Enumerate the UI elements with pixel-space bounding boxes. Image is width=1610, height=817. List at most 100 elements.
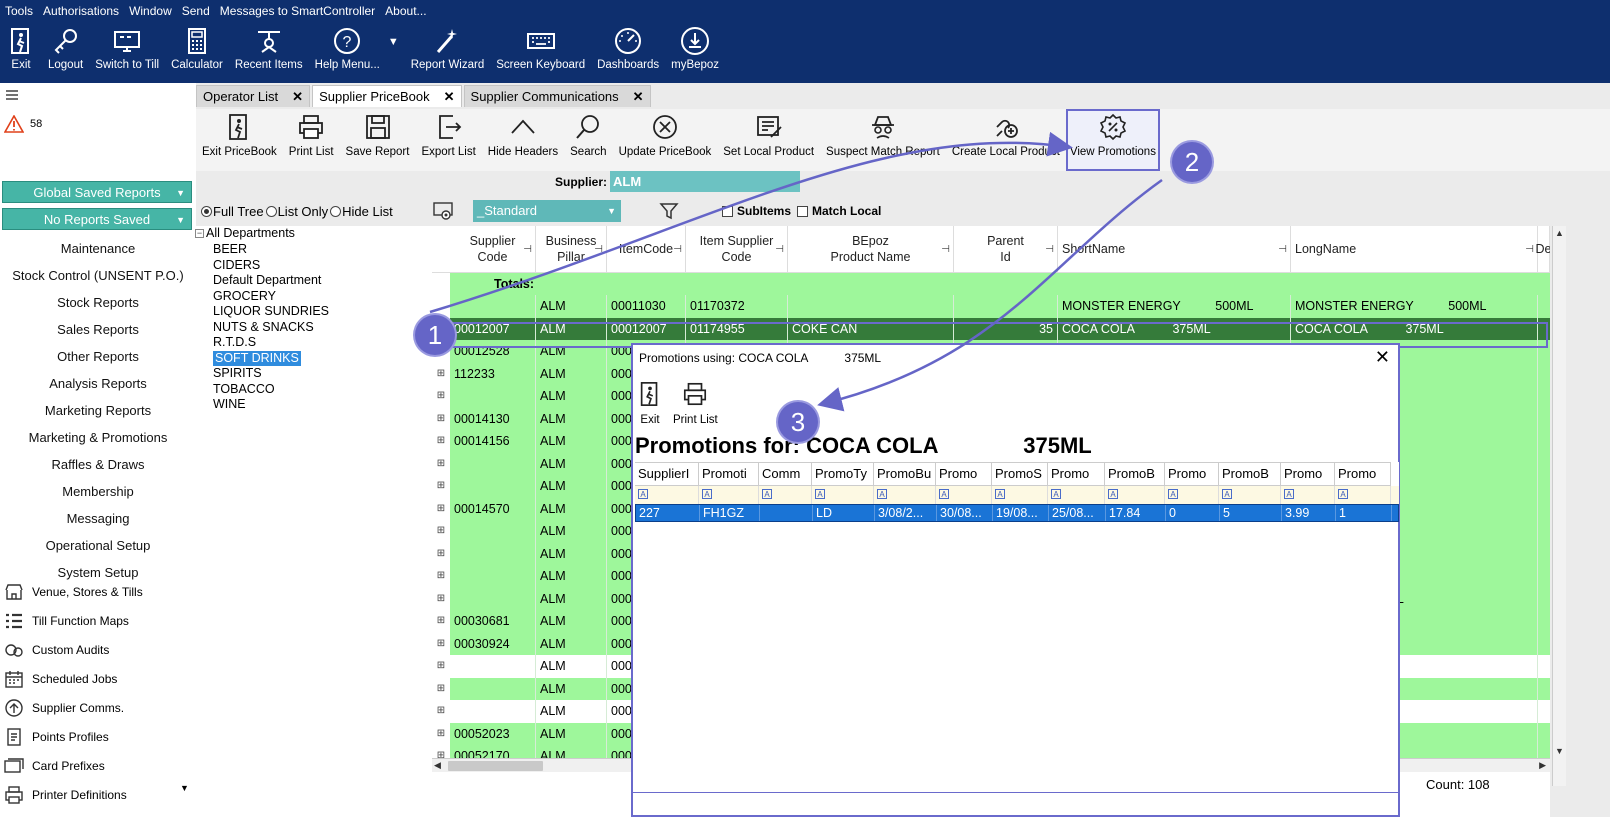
tree-node[interactable]: NUTS & SNACKS: [213, 320, 329, 336]
menu-messages[interactable]: Messages to SmartController: [215, 3, 380, 19]
promotions-column-header[interactable]: SupplierI: [635, 462, 699, 486]
tree-root[interactable]: − All Departments: [195, 226, 295, 240]
close-icon[interactable]: ✕: [633, 89, 644, 105]
export-list-button[interactable]: Export List: [415, 109, 481, 171]
scroll-down-icon[interactable]: ▼: [1555, 746, 1564, 756]
exit-pricebook-button[interactable]: Exit PriceBook: [196, 109, 283, 171]
expand-icon[interactable]: ⊞: [432, 700, 450, 723]
dialog-exit-button[interactable]: Exit: [637, 381, 663, 426]
recent-items-button[interactable]: Recent Items: [229, 26, 309, 82]
expand-icon[interactable]: ⊞: [432, 677, 450, 700]
create-local-product-button[interactable]: Create Local Product: [946, 109, 1066, 171]
sidebar-item-membership[interactable]: Membership: [0, 478, 196, 505]
tab-operator-list[interactable]: Operator List ✕: [196, 85, 311, 107]
tree-node[interactable]: CIDERS: [213, 258, 329, 274]
promotions-column-header[interactable]: PromoBu: [874, 462, 936, 486]
tree-node[interactable]: TOBACCO: [213, 382, 329, 398]
expand-icon[interactable]: ⊞: [432, 430, 450, 453]
close-icon[interactable]: ✕: [292, 89, 303, 105]
global-saved-reports-dropdown[interactable]: Global Saved Reports ▼: [2, 181, 192, 203]
scroll-up-icon[interactable]: ▲: [1555, 228, 1564, 238]
filter-cell[interactable]: A: [1048, 486, 1105, 504]
table-row[interactable]: ALM 00011030 01170372 MONSTER ENERGY 500ML M…: [432, 295, 1550, 318]
tree-node-selected[interactable]: SOFT DRINKS: [213, 350, 301, 366]
menu-tools[interactable]: Tools: [0, 3, 38, 19]
sidebar-item-till-function-maps[interactable]: Till Function Maps: [0, 606, 196, 635]
menu-window[interactable]: Window: [124, 3, 177, 19]
promotions-column-header[interactable]: Promoti: [699, 462, 759, 486]
radio-hide-list[interactable]: Hide List: [330, 204, 393, 219]
expand-icon[interactable]: ⊞: [432, 632, 450, 655]
sidebar-item-maintenance[interactable]: Maintenance: [0, 235, 196, 262]
sidebar-item-other-reports[interactable]: Other Reports: [0, 343, 196, 370]
grid-column-header[interactable]: ItemCode ⊣: [607, 226, 686, 272]
grid-column-header[interactable]: Item Supplier Code ⊣: [686, 226, 788, 272]
pin-icon[interactable]: ⊣: [775, 242, 784, 258]
match-local-checkbox[interactable]: Match Local: [797, 204, 881, 218]
filter-icon[interactable]: A: [1051, 489, 1061, 499]
tree-node[interactable]: R.T.D.S: [213, 335, 329, 351]
grid-column-header[interactable]: BEpoz Product Name ⊣: [788, 226, 954, 272]
expand-icon[interactable]: ⊞: [432, 587, 450, 610]
sidebar-item-operational-setup[interactable]: Operational Setup: [0, 532, 196, 559]
filter-cell[interactable]: A: [759, 486, 812, 504]
expand-icon[interactable]: ⊞: [432, 655, 450, 678]
no-reports-saved-dropdown[interactable]: No Reports Saved ▼: [2, 208, 192, 230]
filter-cell[interactable]: A: [1105, 486, 1165, 504]
promotions-column-header[interactable]: Promo: [1335, 462, 1391, 486]
pin-icon[interactable]: ⊣: [1278, 242, 1287, 258]
print-list-button[interactable]: Print List: [283, 109, 340, 171]
layout-select[interactable]: _Standard ▼: [473, 200, 621, 222]
hamburger-icon[interactable]: [4, 88, 20, 102]
logout-button[interactable]: Logout: [42, 26, 89, 82]
expand-icon[interactable]: ⊞: [432, 407, 450, 430]
pin-icon[interactable]: ⊣: [1045, 242, 1054, 258]
filter-cell[interactable]: A: [1335, 486, 1391, 504]
filter-icon[interactable]: A: [1168, 489, 1178, 499]
grid-column-header[interactable]: De: [1536, 226, 1550, 272]
pin-icon[interactable]: ⊣: [594, 242, 603, 258]
report-wizard-button[interactable]: Report Wizard: [405, 26, 491, 82]
expand-icon[interactable]: ⊞: [432, 362, 450, 385]
expand-icon[interactable]: ⊞: [432, 475, 450, 498]
help-menu-button[interactable]: ? Help Menu...: [309, 26, 386, 82]
filter-cell[interactable]: A: [635, 486, 699, 504]
pin-icon[interactable]: ⊣: [673, 242, 682, 258]
filter-cell[interactable]: A: [1219, 486, 1281, 504]
sidebar-item-venue-stores-tills[interactable]: Venue, Stores & Tills: [0, 577, 196, 606]
view-layout-icon[interactable]: [432, 201, 454, 221]
radio-list-only[interactable]: List Only: [265, 204, 328, 219]
expand-icon[interactable]: ⊞: [432, 610, 450, 633]
filter-icon[interactable]: A: [1222, 489, 1232, 499]
tree-node[interactable]: Default Department: [213, 273, 329, 289]
mybepoz-button[interactable]: myBepoz: [665, 26, 725, 82]
expand-icon[interactable]: ⊞: [432, 520, 450, 543]
grid-column-header[interactable]: LongName ⊣: [1291, 226, 1538, 272]
expand-icon[interactable]: ⊞: [432, 497, 450, 520]
pin-icon[interactable]: ⊣: [1525, 242, 1534, 258]
update-pricebook-button[interactable]: Update PriceBook: [613, 109, 718, 171]
grid-column-header[interactable]: Parent Id ⊣: [954, 226, 1058, 272]
tab-supplier-communications[interactable]: Supplier Communications ✕: [463, 85, 651, 107]
filter-icon[interactable]: A: [1338, 489, 1348, 499]
tab-supplier-pricebook[interactable]: Supplier PriceBook ✕: [312, 85, 462, 107]
expand-icon[interactable]: ⊞: [432, 542, 450, 565]
filter-icon[interactable]: A: [762, 489, 772, 499]
promotions-column-header[interactable]: Promo: [1281, 462, 1335, 486]
sidebar-item-analysis-reports[interactable]: Analysis Reports: [0, 370, 196, 397]
sidebar-item-stock-control[interactable]: Stock Control (UNSENT P.O.): [0, 262, 196, 289]
help-dropdown-button[interactable]: ▼: [386, 26, 405, 82]
grid-column-header[interactable]: Business Pillar ⊣: [536, 226, 607, 272]
sidebar-scroll-down[interactable]: ▼: [180, 783, 189, 793]
expand-icon[interactable]: ⊞: [432, 385, 450, 408]
sidebar-item-messaging[interactable]: Messaging: [0, 505, 196, 532]
collapse-icon[interactable]: −: [195, 228, 204, 238]
sidebar-item-custom-audits[interactable]: Custom Audits: [0, 635, 196, 664]
calculator-button[interactable]: Calculator: [165, 26, 229, 82]
promotions-table-row[interactable]: 227 FH1GZ LD 3/08/2... 30/08... 19/08... 25/08…: [635, 504, 1399, 522]
promotions-column-header[interactable]: PromoTy: [812, 462, 874, 486]
sidebar-item-points-profiles[interactable]: Points Profiles: [0, 722, 196, 751]
menu-about[interactable]: About...: [380, 3, 431, 19]
sidebar-item-stock-reports[interactable]: Stock Reports: [0, 289, 196, 316]
radio-full-tree[interactable]: Full Tree: [201, 204, 264, 219]
